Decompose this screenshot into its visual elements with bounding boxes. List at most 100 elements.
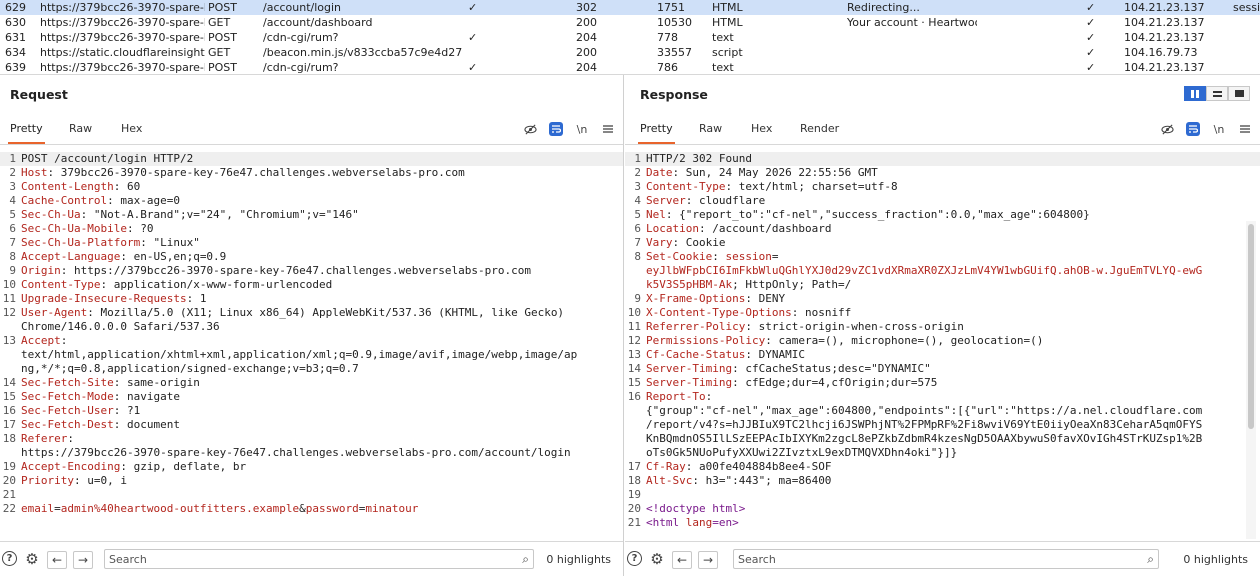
- help-icon[interactable]: ?: [2, 551, 17, 566]
- layout-toggle-group: [1184, 86, 1250, 101]
- newline-toggle[interactable]: \n: [1212, 122, 1226, 136]
- code-line: Chrome/146.0.0.0 Safari/537.36: [0, 320, 623, 334]
- line-number: 22: [2, 502, 16, 515]
- cell-mime: text: [712, 31, 734, 44]
- word-wrap-icon[interactable]: [549, 122, 563, 136]
- tab-request-hex[interactable]: Hex: [121, 122, 142, 135]
- gear-icon[interactable]: ⚙: [24, 550, 40, 568]
- cell-edited: ✓: [468, 31, 478, 44]
- code-line: 11 Upgrade-Insecure-Requests: 1: [0, 292, 623, 306]
- search-forward-button[interactable]: →: [698, 551, 718, 569]
- code-token: Sec-Fetch-Site: [21, 376, 114, 389]
- code-token: Sec-Fetch-Mode: [21, 390, 114, 403]
- tab-response-pretty[interactable]: Pretty: [638, 122, 675, 144]
- layout-stacked-button[interactable]: [1206, 86, 1228, 101]
- table-row[interactable]: 634 https://static.cloudflareinsights... G…: [0, 45, 1260, 60]
- tab-request-pretty[interactable]: Pretty: [8, 122, 45, 144]
- layout-side-by-side-button[interactable]: [1184, 86, 1206, 101]
- code-line: 4 Cache-Control: max-age=0: [0, 194, 623, 208]
- menu-icon[interactable]: [601, 122, 615, 136]
- line-text: Chrome/146.0.0.0 Safari/537.36: [21, 320, 220, 334]
- line-number: 1: [634, 152, 641, 165]
- code-token: : ?1: [113, 404, 141, 417]
- line-number: 2: [634, 166, 641, 179]
- code-token: lang: [685, 516, 713, 529]
- response-search-input[interactable]: [738, 552, 1099, 566]
- code-token: /report/v4?s=hJJBIuX9TC2lhcji6JSWPhjNT%2…: [646, 418, 1203, 431]
- search-icon: ⌕: [1147, 552, 1154, 566]
- code-line: KnBQmdnOS5IlLSzEEPAcIbIXYKm2zgcL8ePZkbZd…: [625, 432, 1260, 446]
- layout-single-button[interactable]: [1228, 86, 1250, 101]
- search-back-button[interactable]: ←: [47, 551, 67, 569]
- proxy-history-table: 629 https://379bcc26-3970-spare-k... POST /…: [0, 0, 1260, 75]
- cell-mime: text: [712, 61, 734, 74]
- cell-length: 1751: [657, 1, 685, 14]
- cell-tls: ✓: [1086, 31, 1096, 44]
- line-number: 1: [9, 152, 16, 165]
- newline-toggle[interactable]: \n: [575, 122, 589, 136]
- table-row[interactable]: 639 https://379bcc26-3970-spare-k... POST /…: [0, 60, 1260, 74]
- search-back-button[interactable]: ←: [672, 551, 692, 569]
- cell-host: https://379bcc26-3970-spare-k...: [40, 61, 205, 74]
- code-token: Content-Length: [21, 180, 114, 193]
- table-row[interactable]: 630 https://379bcc26-3970-spare-k... GET/a…: [0, 15, 1260, 30]
- cell-method: GET: [208, 16, 231, 29]
- code-token: : cfEdge;dur=4,cfOrigin;dur=575: [732, 376, 938, 389]
- code-token: =en>: [712, 516, 739, 529]
- hide-nonprintable-icon[interactable]: [1160, 122, 1174, 136]
- cell-path: /account/dashboard: [263, 16, 373, 29]
- line-text: Host: 379bcc26-3970-spare-key-76e47.chal…: [21, 166, 465, 180]
- code-token: : strict-origin-when-cross-origin: [745, 320, 964, 333]
- code-line: text/html,application/xhtml+xml,applicat…: [0, 348, 623, 362]
- line-text: ng,*/*;q=0.8,application/signed-exchange…: [21, 362, 359, 376]
- line-text: Upgrade-Insecure-Requests: 1: [21, 292, 206, 306]
- tab-response-hex[interactable]: Hex: [751, 122, 772, 135]
- code-token: https://379bcc26-3970-spare-key-76e47.ch…: [21, 446, 571, 459]
- code-line: 2 Host: 379bcc26-3970-spare-key-76e47.cha…: [0, 166, 623, 180]
- code-line: 3 Content-Length: 60: [0, 180, 623, 194]
- response-scrollbar-thumb[interactable]: [1248, 224, 1254, 429]
- code-token: : 60: [113, 180, 141, 193]
- line-number: 15: [2, 390, 16, 403]
- code-token: KnBQmdnOS5IlLSzEEPAcIbIXYKm2zgcL8ePZkbZd…: [646, 432, 1203, 445]
- line-number: 20: [627, 502, 641, 515]
- cell-status: 204: [576, 61, 597, 74]
- line-number: 15: [627, 376, 641, 389]
- tab-response-raw[interactable]: Raw: [699, 122, 722, 135]
- code-line: 15 Sec-Fetch-Mode: navigate: [0, 390, 623, 404]
- hide-nonprintable-icon[interactable]: [523, 122, 537, 136]
- line-number: 17: [627, 460, 641, 473]
- line-number: 11: [2, 292, 16, 305]
- table-row[interactable]: 629 https://379bcc26-3970-spare-k... POST /…: [0, 0, 1260, 15]
- code-line: 19: [625, 488, 1260, 502]
- line-number: 11: [627, 320, 641, 333]
- cell-host: https://379bcc26-3970-spare-k...: [40, 1, 205, 14]
- response-editor[interactable]: 1 HTTP/2 302 Found 2 Date: Sun, 24 May 2026…: [625, 148, 1260, 541]
- word-wrap-icon[interactable]: [1186, 122, 1200, 136]
- code-token: :: [67, 432, 74, 445]
- code-line: /report/v4?s=hJJBIuX9TC2lhcji6JSWPhjNT%2…: [625, 418, 1260, 432]
- gear-icon[interactable]: ⚙: [649, 550, 665, 568]
- code-token: : DENY: [745, 292, 786, 305]
- code-line: 11 Referrer-Policy: strict-origin-when-cr…: [625, 320, 1260, 334]
- line-text: /report/v4?s=hJJBIuX9TC2lhcji6JSWPhjNT%2…: [646, 418, 1202, 432]
- code-line: k5V3S5pHBM-Ak; HttpOnly; Path=/: [625, 278, 1260, 292]
- code-token: : 1: [186, 292, 207, 305]
- code-token: : a00fe404884b8ee4-SOF: [685, 460, 832, 473]
- code-line: 18 Referer:: [0, 432, 623, 446]
- line-number: 3: [634, 180, 641, 193]
- cell-cookies: sessi: [1233, 1, 1260, 14]
- request-search-input[interactable]: [109, 552, 473, 566]
- line-text: Server: cloudflare: [646, 194, 765, 208]
- request-title: Request: [10, 87, 68, 102]
- cell-ip: 104.21.23.137: [1124, 31, 1205, 44]
- menu-icon[interactable]: [1238, 122, 1252, 136]
- tab-request-raw[interactable]: Raw: [69, 122, 92, 135]
- tab-response-render[interactable]: Render: [800, 122, 839, 135]
- request-editor[interactable]: 1 POST /account/login HTTP/2 2 Host: 379bcc…: [0, 148, 623, 541]
- code-token: : max-age=0: [107, 194, 180, 207]
- search-forward-button[interactable]: →: [73, 551, 93, 569]
- line-number: 3: [9, 180, 16, 193]
- help-icon[interactable]: ?: [627, 551, 642, 566]
- table-row[interactable]: 631 https://379bcc26-3970-spare-k... POST /…: [0, 30, 1260, 45]
